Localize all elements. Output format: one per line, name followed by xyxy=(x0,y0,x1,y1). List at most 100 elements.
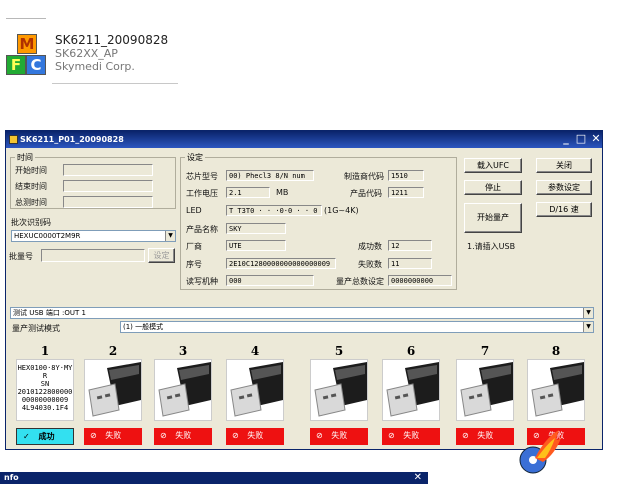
port-number: 7 xyxy=(480,344,490,358)
end-time-field xyxy=(63,180,153,192)
port-status[interactable]: ⊘ 失败 xyxy=(456,428,514,445)
port-status[interactable]: ✓ 成功 xyxy=(16,428,74,445)
usb-drive-image xyxy=(154,359,212,421)
fail-count-field: 11 xyxy=(388,258,432,269)
vendor-id-label: 制造商代码 xyxy=(344,172,384,181)
port-status[interactable]: ⊘ 失败 xyxy=(84,428,142,445)
vendor-field: UTE xyxy=(226,240,286,251)
chip-model-label: 芯片型号 xyxy=(186,172,218,181)
total-set-field: 0000000000 xyxy=(388,275,452,286)
logo-letter-c: C xyxy=(26,55,46,75)
time-group-title: 时间 xyxy=(15,152,35,163)
product-id-label: 产品代码 xyxy=(350,189,382,198)
vendor-id-field: 1510 xyxy=(388,170,424,181)
port-status[interactable]: ⊘ 失败 xyxy=(310,428,368,445)
port-status-label: 失败 xyxy=(403,431,420,440)
chevron-down-icon[interactable]: ▼ xyxy=(583,308,593,318)
start-time-field xyxy=(63,164,153,176)
port-number: 5 xyxy=(334,344,344,358)
status-text: 1.请插入USB xyxy=(467,242,516,251)
prohibited-icon: ⊘ xyxy=(388,431,398,440)
app-company: Skymedi Corp. xyxy=(55,60,135,73)
port-number: 3 xyxy=(178,344,188,358)
port-number: 1 xyxy=(40,344,50,358)
port-status[interactable]: ⊘ 失败 xyxy=(382,428,440,445)
exit-button[interactable]: 关闭 xyxy=(536,158,592,173)
close-button[interactable]: ✕ xyxy=(589,133,603,146)
test-mode-select[interactable]: (1) 一般模式 ▼ xyxy=(120,321,594,333)
window-title: SK6211_P01_20090828 xyxy=(20,135,124,144)
port-status[interactable]: ⊘ 失败 xyxy=(154,428,212,445)
app-subtitle: SK62XX_AP xyxy=(55,47,118,60)
usb-port-select[interactable]: 测试 USB 端口 :OUT 1 ▼ xyxy=(10,307,594,319)
port-status[interactable]: ⊘ 失败 xyxy=(226,428,284,445)
port-status-label: 失败 xyxy=(175,431,192,440)
rw-model-field: 000 xyxy=(226,275,314,286)
params-button[interactable]: 参数设定 xyxy=(536,180,592,195)
quick-button[interactable]: D/16 速 xyxy=(536,202,592,217)
device-id-select[interactable]: HEXUC0000T2M9R ▼ xyxy=(11,230,176,242)
prohibited-icon: ⊘ xyxy=(232,431,242,440)
start-button[interactable]: 开始量产 xyxy=(464,203,522,233)
total-set-label: 量产总数设定 xyxy=(336,277,384,286)
stop-button[interactable]: 停止 xyxy=(464,180,522,195)
chip-model-field: 00) Phecl3 8/N num xyxy=(226,170,314,181)
voltage-unit: MB xyxy=(276,188,289,197)
port-info-text: HEX0100·8Y·MY R SN 2010122800000 0000000… xyxy=(16,359,74,421)
port-number: 4 xyxy=(250,344,260,358)
voltage-label: 工作电压 xyxy=(186,189,218,198)
usb-port-value: 测试 USB 端口 :OUT 1 xyxy=(13,309,86,317)
prohibited-icon: ⊘ xyxy=(462,431,472,440)
settings-group-title: 设定 xyxy=(185,152,205,163)
port-status-label: 失败 xyxy=(247,431,264,440)
port-number: 8 xyxy=(551,344,561,358)
success-count-label: 成功数 xyxy=(358,242,382,251)
device-id-label: 批次识别码 xyxy=(11,218,51,227)
serial-no-label: 序号 xyxy=(186,260,202,269)
test-mode-value: (1) 一般模式 xyxy=(123,323,164,331)
device-id-value: HEXUC0000T2M9R xyxy=(14,232,81,240)
usb-drive-image xyxy=(84,359,142,421)
top-divider xyxy=(6,18,46,19)
maximize-button[interactable]: □ xyxy=(574,133,588,146)
fail-count-label: 失败数 xyxy=(358,260,382,269)
usb-drive-image xyxy=(456,359,514,421)
prohibited-icon: ⊘ xyxy=(90,431,100,440)
app-title[interactable]: SK6211_20090828 xyxy=(55,33,168,47)
led-label: LED xyxy=(186,206,202,215)
product-id-field: 1211 xyxy=(388,187,424,198)
port-status-label: 失败 xyxy=(477,431,494,440)
load-ufc-button[interactable]: 载入UFC xyxy=(464,158,522,173)
logo-letter-m: M xyxy=(17,34,37,54)
usb-drive-image xyxy=(382,359,440,421)
prohibited-icon: ⊘ xyxy=(160,431,170,440)
voltage-field: 2.1 xyxy=(226,187,270,198)
info-window-titlebar[interactable]: nfo ✕ xyxy=(0,472,428,484)
port-status-label: 成功 xyxy=(38,432,55,441)
window-titlebar[interactable]: SK6211_P01_20090828 _ □ ✕ xyxy=(6,131,602,148)
window-app-icon xyxy=(9,135,18,144)
end-time-label: 结束时间 xyxy=(15,182,47,191)
serial-set-button[interactable]: 设定 xyxy=(148,248,175,263)
test-mode-label: 量产测试模式 xyxy=(12,324,60,333)
success-count-field: 12 xyxy=(388,240,432,251)
port-number: 6 xyxy=(406,344,416,358)
vendor-label: 厂商 xyxy=(186,242,202,251)
product-name-label: 产品名称 xyxy=(186,225,218,234)
port-number: 2 xyxy=(108,344,118,358)
product-name-field: SKY xyxy=(226,223,286,234)
total-time-field xyxy=(63,196,153,208)
serial-field[interactable] xyxy=(41,249,145,262)
prohibited-icon: ⊘ xyxy=(316,431,326,440)
led-range: (1G~4K) xyxy=(324,206,359,215)
chevron-down-icon[interactable]: ▼ xyxy=(583,322,593,332)
usb-drive-image xyxy=(527,359,585,421)
close-icon[interactable]: ✕ xyxy=(414,472,422,484)
app-logo[interactable]: M F C xyxy=(6,34,48,78)
chevron-down-icon[interactable]: ▼ xyxy=(165,231,175,241)
info-window-title: nfo xyxy=(4,473,19,482)
port-status-label: 失败 xyxy=(105,431,122,440)
flame-disc-icon[interactable] xyxy=(515,428,565,476)
rw-model-label: 读写机种 xyxy=(186,277,218,286)
minimize-button[interactable]: _ xyxy=(559,133,573,146)
